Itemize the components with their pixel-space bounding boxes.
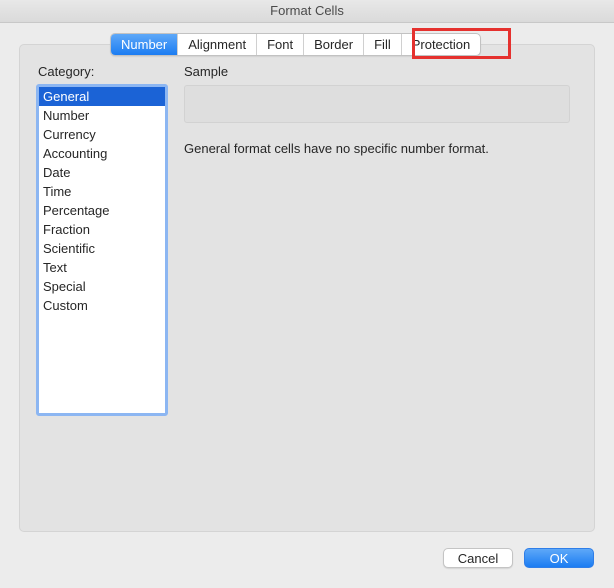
category-item-special[interactable]: Special xyxy=(39,277,165,296)
category-item-time[interactable]: Time xyxy=(39,182,165,201)
tab-border[interactable]: Border xyxy=(303,34,363,55)
tab-number[interactable]: Number xyxy=(111,34,178,55)
ok-button[interactable]: OK xyxy=(524,548,594,568)
cancel-button[interactable]: Cancel xyxy=(443,548,513,568)
category-item-general[interactable]: General xyxy=(39,87,165,106)
category-label: Category: xyxy=(38,64,95,79)
category-list[interactable]: General Number Currency Accounting Date … xyxy=(36,84,168,416)
category-item-text[interactable]: Text xyxy=(39,258,165,277)
format-cells-dialog: Format Cells Number Alignment Font Borde… xyxy=(0,0,614,588)
category-item-number[interactable]: Number xyxy=(39,106,165,125)
tab-alignment[interactable]: Alignment xyxy=(177,34,256,55)
category-item-date[interactable]: Date xyxy=(39,163,165,182)
category-item-currency[interactable]: Currency xyxy=(39,125,165,144)
sample-label: Sample xyxy=(184,64,229,79)
sample-preview xyxy=(184,85,570,123)
tab-bar: Number Alignment Font Border Fill Protec… xyxy=(110,33,482,56)
tab-font[interactable]: Font xyxy=(256,34,303,55)
tab-fill[interactable]: Fill xyxy=(363,34,401,55)
category-item-fraction[interactable]: Fraction xyxy=(39,220,165,239)
category-item-percentage[interactable]: Percentage xyxy=(39,201,165,220)
category-item-accounting[interactable]: Accounting xyxy=(39,144,165,163)
format-description: General format cells have no specific nu… xyxy=(184,141,489,156)
tab-protection[interactable]: Protection xyxy=(400,34,481,55)
window-title: Format Cells xyxy=(0,0,614,23)
category-item-scientific[interactable]: Scientific xyxy=(39,239,165,258)
category-item-custom[interactable]: Custom xyxy=(39,296,165,315)
